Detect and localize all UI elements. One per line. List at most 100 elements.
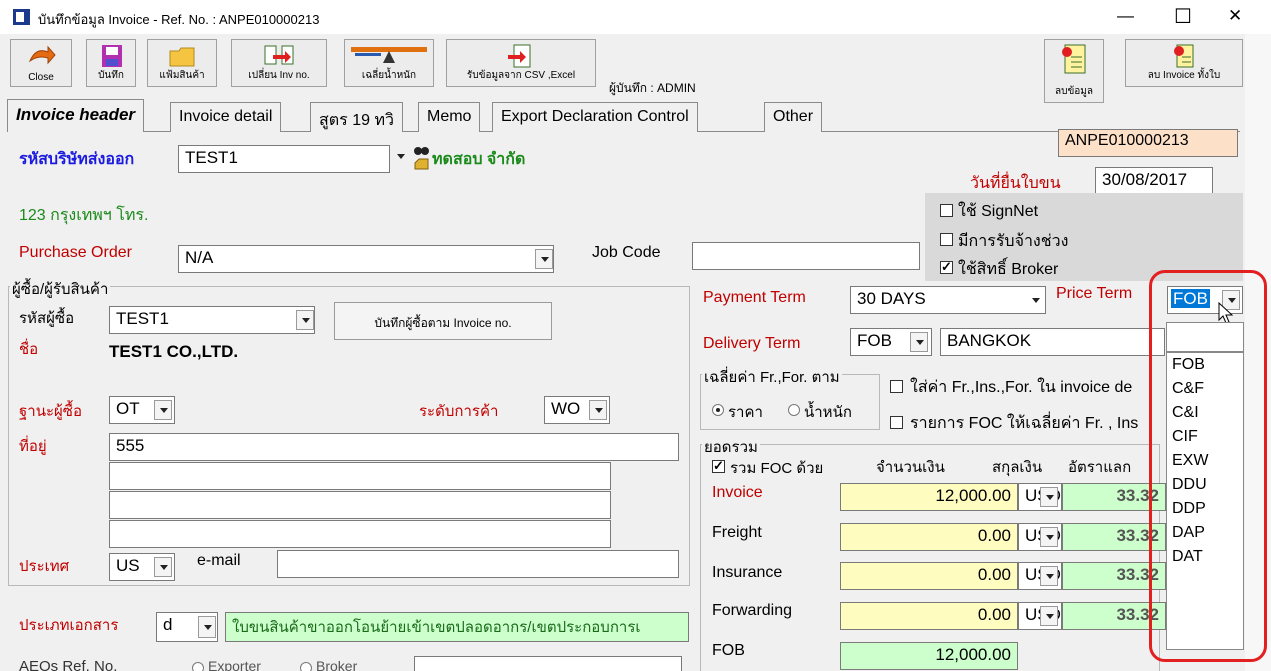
average-group: เฉลี่ยค่า Fr.,For. ตาม [700,365,880,430]
buyer-code-select[interactable]: TEST1 [109,306,315,334]
buyer-code-label: รหัสผู้ซื้อ [19,310,75,327]
import-csv-button[interactable]: รับข้อมูลจาก CSV ,Excel [446,39,596,87]
close-button[interactable]: Close [10,39,72,87]
price-term-label: Price Term [1056,285,1133,302]
job-code-field[interactable] [692,242,920,270]
average-weight-radio[interactable] [788,404,800,416]
subcontract-label: มีการรับจ้างช่วง [958,233,1069,250]
add-charges-label: ใส่ค่า Fr.,Ins.,For. ใน invoice de [910,379,1133,396]
save-button[interactable]: บันทึก [86,39,136,87]
trade-level-dropdown-arrow[interactable] [589,400,607,420]
scale-icon [351,47,427,63]
exporter-dropdown-arrow[interactable] [392,145,410,167]
tab-invoice-detail[interactable]: Invoice detail [170,102,282,132]
currency-column-header: สกุลเงิน [992,459,1043,476]
delivery-term-label: Delivery Term [703,335,801,352]
country-dropdown-arrow[interactable] [154,557,172,577]
app-icon [13,9,30,25]
forwarding-amount[interactable]: 0.00 [840,602,1018,630]
tab-export-declaration[interactable]: Export Declaration Control [492,102,698,132]
doc-type-description: ใบขนสินค้าขาออกโอนย้ายเข้าเขตปลอดอากร/เข… [225,612,689,642]
checkmark-icon: ✓ [941,259,952,274]
insurance-currency-dropdown-arrow[interactable] [1040,566,1058,586]
binoculars-icon[interactable] [413,143,430,173]
include-foc-checkbox[interactable]: ✓ [712,458,725,473]
address-line-1[interactable]: 555 [109,433,679,461]
aeo-ref-field[interactable] [414,656,682,671]
buyer-name-label: ชื่อ [19,341,39,358]
rate-column-header: อัตราแลก [1068,459,1132,476]
close-window-button[interactable]: ✕ [1228,6,1242,26]
change-inv-button[interactable]: เปลี่ยน Inv no. [231,39,327,87]
job-code-label: Job Code [592,244,661,261]
ref-no-field[interactable]: ANPE010000213 [1058,129,1238,157]
address-line-4[interactable] [109,520,611,548]
delivery-term-dropdown-arrow[interactable] [910,332,928,352]
email-label: e-mail [197,552,241,569]
window-title: บันทึกข้อมูล Invoice - Ref. No. : ANPE01… [38,12,320,27]
buyer-address-label: ที่อยู่ [19,438,47,455]
foc-average-label: รายการ FOC ให้เฉลี่ยค่า Fr. , Ins [910,415,1139,432]
aeo-broker-radio[interactable] [300,662,312,671]
average-weight-label: น้ำหนัก [804,404,852,421]
subcontract-checkbox[interactable] [940,233,953,246]
foc-average-checkbox[interactable] [890,416,903,429]
product-file-button[interactable]: แฟ้มสินค้า [147,39,217,87]
tab-memo[interactable]: Memo [418,102,481,132]
broker-checkbox[interactable]: ✓ [940,259,953,274]
delete-invoice-button[interactable]: ลบ Invoice ทั้งใบ [1125,39,1243,87]
invoice-currency-dropdown-arrow[interactable] [1040,487,1058,507]
aeo-label: AEOs Ref. No. [19,658,118,671]
add-charges-checkbox[interactable] [890,380,903,393]
exporter-label: รหัสบริษัทส่งออก [19,151,135,168]
highlight-annotation [1149,270,1267,662]
maximize-button[interactable]: ☐ [1174,4,1192,29]
delete-data-label: ลบข้อมูล [1054,86,1094,97]
tab-invoice-header[interactable]: Invoice header [7,99,145,132]
invoice-row-label: Invoice [712,484,763,501]
exporter-code-select[interactable]: TEST1 [178,145,390,173]
exporter-name: ทดสอบ จำกัด [432,151,526,168]
aeo-broker-label: Broker [316,658,358,671]
address-line-3[interactable] [109,491,611,519]
fob-amount: 12,000.00 [840,642,1018,670]
freight-row-label: Freight [712,524,762,541]
buyer-dropdown-arrow[interactable] [296,310,314,330]
save-buyer-button[interactable]: บันทึกผู้ซื้อตาม Invoice no. [334,302,552,340]
payment-term-label: Payment Term [703,289,806,306]
buyer-status-dropdown-arrow[interactable] [154,400,172,420]
avg-weight-button[interactable]: เฉลี่ยน้ำหนัก [344,39,434,87]
checkmark-icon: ✓ [713,458,724,473]
po-label: Purchase Order [19,244,132,261]
include-foc-label: รวม FOC ด้วย [730,460,824,477]
close-label: Close [28,72,54,83]
aeo-exporter-radio[interactable] [192,662,204,671]
po-select[interactable]: N/A [178,245,554,273]
bill-date-field[interactable]: 30/08/2017 [1095,167,1213,195]
payment-term-select[interactable]: 30 DAYS [850,286,1046,314]
freight-amount[interactable]: 0.00 [840,523,1018,551]
average-price-radio[interactable] [712,404,724,416]
tab-other[interactable]: Other [764,102,823,132]
doc-type-dropdown-arrow[interactable] [198,616,216,638]
buyer-group-label: ผู้ซื้อ/ผู้รับสินค้า [10,277,111,301]
payment-term-dropdown-arrow[interactable] [1027,290,1045,310]
invoice-amount[interactable]: 12,000.00 [840,483,1018,511]
swap-document-icon [264,45,294,65]
delete-invoice-icon [1174,44,1194,68]
trade-level-label: ระดับการค้า [419,403,499,420]
po-dropdown-arrow[interactable] [535,249,553,269]
email-field[interactable] [277,550,679,578]
doc-type-label: ประเภทเอกสาร [19,617,119,634]
signnet-checkbox[interactable] [940,204,953,217]
delivery-place-field[interactable]: BANGKOK [940,328,1165,356]
delete-data-button[interactable]: ลบข้อมูล [1044,39,1104,103]
insurance-amount[interactable]: 0.00 [840,562,1018,590]
address-line-2[interactable] [109,462,611,490]
import-csv-label: รับข้อมูลจาก CSV ,Excel [466,70,576,81]
forwarding-currency-dropdown-arrow[interactable] [1040,606,1058,626]
freight-currency-dropdown-arrow[interactable] [1040,527,1058,547]
tab-formula-19[interactable]: สูตร 19 ทวิ [310,102,403,132]
minimize-button[interactable]: — [1117,6,1134,26]
invoice-window: บันทึกข้อมูล Invoice - Ref. No. : ANPE01… [0,0,1271,671]
